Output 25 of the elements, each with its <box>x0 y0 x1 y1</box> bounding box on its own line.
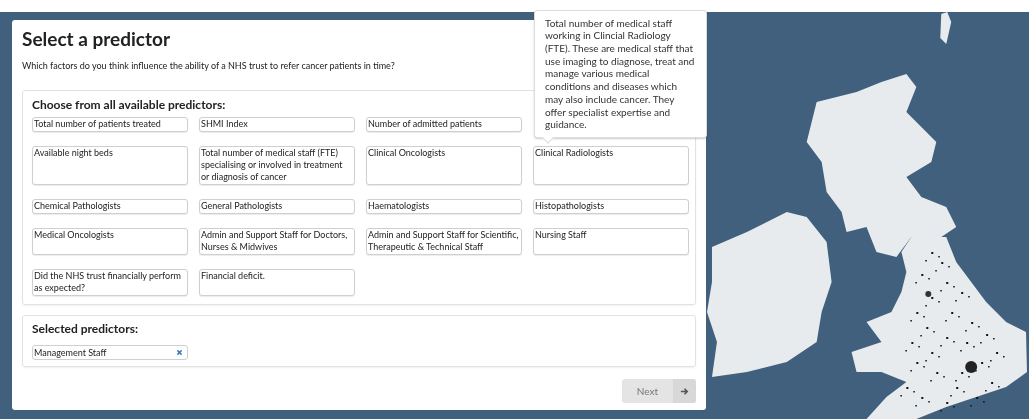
predictor-option[interactable]: Haematologists <box>366 199 522 214</box>
predictor-option[interactable]: SHMI Index <box>199 117 355 132</box>
predictor-option[interactable]: Medical Oncologists <box>32 228 188 255</box>
selected-predictor-chip[interactable]: Management Staff <box>32 345 188 360</box>
predictor-option[interactable]: Did the NHS trust financially perform as expected? <box>32 269 188 296</box>
predictor-option[interactable]: Clinical Oncologists <box>366 146 522 185</box>
question-text: Which factors do you think influence the ability of a NHS trust to refer cancer patients in time? <box>22 60 395 72</box>
predictor-option[interactable]: Histopathologists <box>533 199 689 214</box>
section-heading: Selected predictors: <box>32 321 138 337</box>
predictor-option[interactable]: Nursing Staff <box>533 228 689 255</box>
page-title: Select a predictor <box>22 26 171 52</box>
predictor-option[interactable]: Available night beds <box>32 146 188 185</box>
predictor-option[interactable]: General Pathologists <box>199 199 355 214</box>
predictor-option[interactable]: Admin and Support Staff for Scientific, Therapeutic & Technical Staff <box>366 228 522 255</box>
remove-icon[interactable] <box>176 349 183 356</box>
predictor-option[interactable]: Total number of patients treated <box>32 117 188 132</box>
predictor-option[interactable]: Financial deficit. <box>199 269 355 296</box>
section-heading: Choose from all available predictors: <box>32 97 226 113</box>
arrow-right-icon <box>680 386 689 396</box>
predictor-option[interactable]: Admin and Support Staff for Doctors, Nurses & Midwives <box>199 228 355 255</box>
tooltip: Total number of medical staff working in Clincial Radiology (FTE). These are medical staff that use imaging to diagnose, treat and manage various medical conditions and diseases which may also include cancer. They offer specialist expertise and guidance. <box>534 9 707 144</box>
predictor-option[interactable]: Chemical Pathologists <box>32 199 188 214</box>
predictor-option[interactable]: Number of admitted patients <box>366 117 522 132</box>
predictor-option[interactable]: Clinical Radiologists <box>533 146 689 185</box>
predictor-option[interactable]: Total number of medical staff (FTE) specialising or involved in treatment or diagnosis of cancer <box>199 146 355 185</box>
